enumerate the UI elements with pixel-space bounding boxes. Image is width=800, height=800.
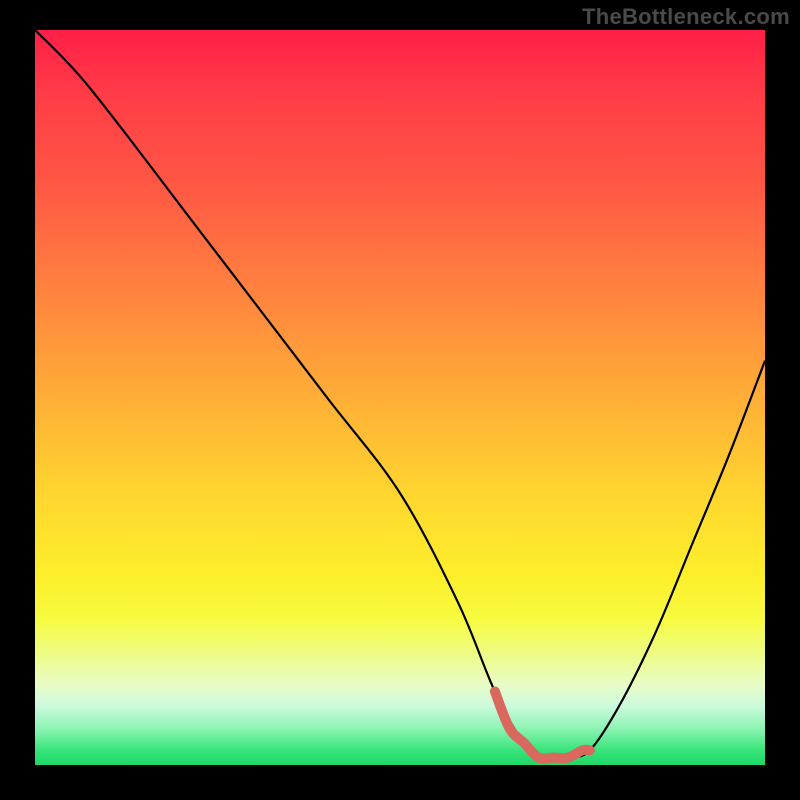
highlight-segment xyxy=(495,692,590,759)
main-curve xyxy=(35,30,765,759)
plot-area xyxy=(35,30,765,765)
watermark-text: TheBottleneck.com xyxy=(582,4,790,30)
chart-frame: TheBottleneck.com xyxy=(0,0,800,800)
curve-svg xyxy=(35,30,765,765)
